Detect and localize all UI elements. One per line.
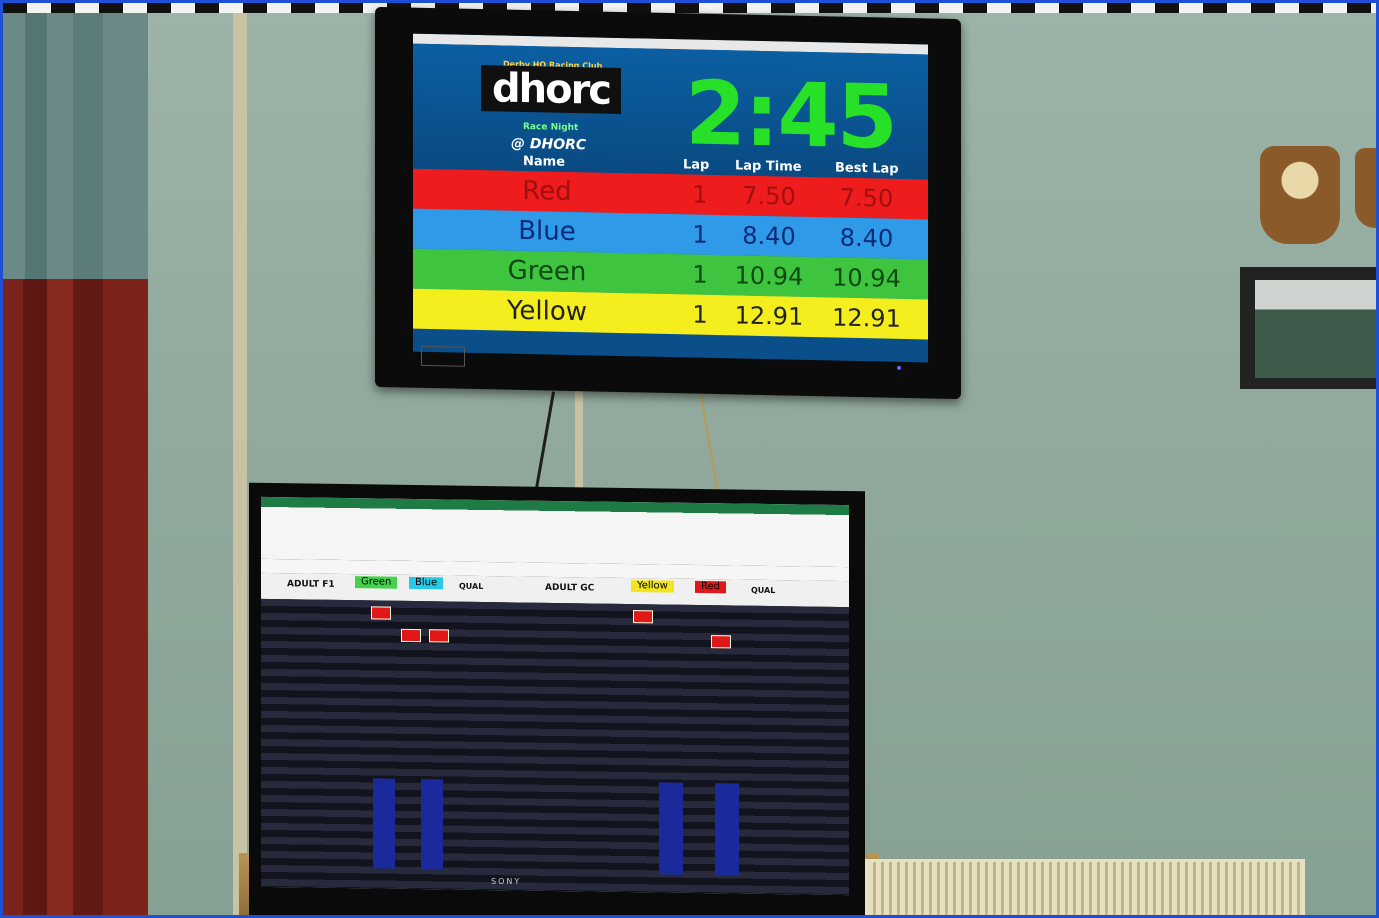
radiator: [865, 859, 1305, 915]
spreadsheet-window-right: ADULT GC Yellow Red QUAL: [519, 500, 849, 896]
racer-best-lap: 10.94: [832, 263, 901, 293]
sheet-header: ADULT F1 Green Blue QUAL: [261, 572, 519, 603]
lane-chip-blue: Blue: [409, 576, 444, 590]
photo-frame: Derby HO Racing Club dhorc Race Night @ …: [0, 0, 1379, 918]
lane-chip-red: Red: [695, 580, 726, 594]
scoreboard-rows: Red 1 7.50 7.50 Blue 1 8.40 8.40 Green 1…: [413, 168, 928, 340]
event-subtitle: Race Night: [523, 121, 579, 134]
col-header-best-lap: Best Lap: [835, 160, 899, 177]
racer-name: Green: [507, 255, 587, 288]
spreadsheet-monitor: ADULT F1 Green Blue QUAL ADULT GC Yellow…: [249, 482, 865, 915]
venue-label: @ DHORC: [511, 135, 587, 154]
racer-name: Red: [522, 175, 572, 207]
cable: [533, 391, 556, 495]
scoreboard-screen: Derby HO Racing Club dhorc Race Night @ …: [413, 33, 928, 363]
highlight-cell: [401, 628, 421, 643]
wall-pillar: [233, 13, 247, 915]
results-sheet: ADULT GC Yellow Red QUAL: [519, 562, 849, 896]
club-logo: dhorc: [481, 65, 621, 115]
col-header-name: Name: [523, 153, 566, 170]
results-rows: [261, 598, 519, 891]
empty-slot-block: [421, 779, 443, 870]
empty-slot-block: [373, 778, 395, 869]
class-label: ADULT F1: [287, 579, 335, 590]
qual-header: QUAL: [459, 581, 484, 591]
power-led-icon: [897, 365, 901, 370]
scoreboard-tv: Derby HO Racing Club dhorc Race Night @ …: [375, 6, 961, 400]
spreadsheet-window-left: ADULT F1 Green Blue QUAL: [261, 496, 519, 891]
racer-lap-time: 7.50: [742, 181, 796, 211]
racer-lap-time: 10.94: [734, 261, 804, 291]
col-header-lap: Lap: [683, 157, 710, 173]
highlight-cell: [371, 606, 391, 620]
mount-pole: [575, 391, 583, 495]
cable: [699, 395, 721, 499]
race-timer: 2:45: [685, 61, 896, 169]
racer-lap: 1: [692, 180, 708, 209]
qual-header: QUAL: [751, 585, 776, 596]
racer-name: Yellow: [506, 295, 588, 328]
highlight-cell: [429, 629, 449, 643]
tv-control-buttons: [421, 345, 465, 367]
monitor-brand: SONY: [491, 877, 522, 886]
checkered-border: [3, 3, 1376, 13]
highlight-cell: [633, 610, 653, 624]
racer-lap: 1: [692, 220, 708, 249]
empty-slot-block: [659, 782, 683, 875]
racer-lap-time: 12.91: [734, 301, 804, 331]
racer-best-lap: 12.91: [832, 303, 901, 333]
wall-shield-trophy: [1260, 146, 1340, 244]
results-rows: [519, 602, 849, 896]
scoreboard-header: Derby HO Racing Club dhorc Race Night @ …: [413, 43, 928, 180]
col-header-lap-time: Lap Time: [735, 158, 802, 175]
racer-lap: 1: [692, 300, 708, 329]
class-label: ADULT GC: [545, 582, 595, 594]
lane-chip-green: Green: [355, 576, 398, 589]
lane-chip-yellow: Yellow: [631, 580, 674, 593]
results-sheet: ADULT F1 Green Blue QUAL: [261, 558, 519, 891]
racer-name: Blue: [518, 215, 576, 248]
highlight-cell: [711, 635, 731, 649]
empty-slot-block: [715, 783, 739, 876]
curtain-red: [3, 279, 148, 915]
racer-best-lap: 8.40: [839, 223, 894, 253]
racer-best-lap: 7.50: [839, 183, 894, 213]
racer-lap: 1: [692, 260, 708, 289]
wall-shield-trophy-partial: [1355, 148, 1376, 228]
racer-lap-time: 8.40: [742, 221, 796, 251]
excel-ribbon: [519, 500, 849, 569]
excel-ribbon: [261, 496, 519, 564]
framed-photo-image: [1255, 280, 1376, 378]
